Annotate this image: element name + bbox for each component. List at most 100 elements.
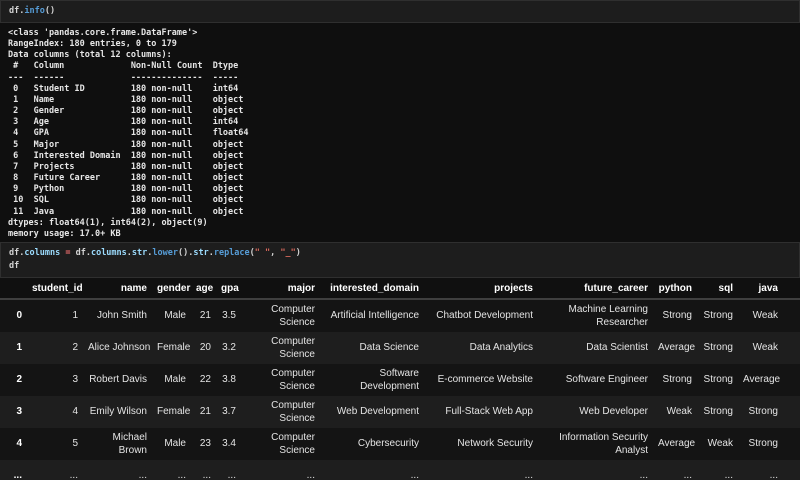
- table-cell: 3.7: [222, 406, 236, 418]
- table-cell: Strong: [703, 374, 733, 386]
- column-header-interested_domain: interested_domain: [325, 277, 427, 300]
- table-cell: Strong: [662, 310, 692, 322]
- table-cell: Alice Johnson: [88, 342, 151, 354]
- code-cell-2[interactable]: df.columns = df.columns.str.lower().str.…: [0, 241, 800, 278]
- table-cell: Michael Brown: [112, 431, 147, 456]
- row-index: ...: [13, 470, 22, 480]
- code-token-function: info: [24, 6, 45, 16]
- table-cell: 21: [199, 406, 211, 418]
- info-output: <class 'pandas.core.frame.DataFrame'> Ra…: [8, 28, 249, 239]
- table-cell: Strong: [748, 406, 778, 418]
- column-header-java: java: [743, 277, 800, 300]
- dataframe-table: student_id name gender age gpa major intereste…: [0, 277, 800, 480]
- table-cell: Data Analytics: [469, 342, 533, 354]
- table-cell: Machine Learning Researcher: [568, 303, 649, 328]
- table-cell: Chatbot Development: [436, 310, 533, 322]
- code-line: df.columns = df.columns.str.lower().str.…: [9, 247, 791, 260]
- code-token-function: lower: [152, 247, 178, 258]
- column-header-gender: gender: [157, 277, 196, 300]
- column-header-age: age: [196, 277, 221, 300]
- table-cell: 3.4: [222, 438, 236, 450]
- table-cell: ...: [177, 470, 186, 480]
- code-token-property: str: [193, 247, 209, 258]
- code-editor-2[interactable]: df.columns = df.columns.str.lower().str.…: [9, 247, 791, 273]
- table-cell: Strong: [748, 438, 778, 450]
- table-cell: Strong: [662, 374, 692, 386]
- table-cell: Artificial Intelligence: [330, 310, 419, 322]
- table-cell: Robert Davis: [89, 374, 147, 386]
- table-cell: Full-Stack Web App: [445, 406, 533, 418]
- table-cell: Strong: [703, 310, 733, 322]
- table-cell: Female: [157, 406, 191, 418]
- table-cell: Weak: [666, 406, 692, 418]
- table-cell: Computer Science: [271, 367, 315, 392]
- row-index: 1: [16, 342, 22, 354]
- table-cell: Software Development: [360, 367, 419, 392]
- table-cell: ...: [724, 470, 733, 480]
- table-cell: ...: [769, 470, 778, 480]
- table-cell: 20: [199, 342, 211, 354]
- header-row: student_id name gender age gpa major intereste…: [0, 277, 800, 300]
- row-index: 3: [16, 406, 22, 418]
- dataframe-body: 0 1 John Smith Male 21 3.5 Computer Science Arti…: [0, 298, 800, 480]
- row-index: 2: [16, 374, 22, 386]
- code-token-property: columns: [24, 247, 61, 258]
- table-cell: 21: [199, 310, 211, 322]
- table-cell: Data Science: [359, 342, 419, 354]
- table-cell: Computer Science: [271, 399, 315, 424]
- code-token-plain: ): [295, 247, 301, 258]
- code-token-property: str: [131, 247, 148, 258]
- table-cell: 4: [72, 406, 78, 418]
- code-token-property: columns: [90, 247, 127, 258]
- column-header-projects: projects: [427, 277, 543, 300]
- code-cell-1[interactable]: df.info(): [0, 0, 800, 23]
- table-cell: ...: [69, 470, 78, 480]
- code-token-string: "_": [280, 247, 296, 258]
- table-cell: 22: [199, 374, 211, 386]
- column-header-major: major: [246, 277, 325, 300]
- table-cell: Male: [164, 310, 186, 322]
- table-row: 0 1 John Smith Male 21 3.5 Computer Science Arti…: [0, 298, 800, 332]
- column-header-python: python: [658, 277, 702, 300]
- table-cell: Average: [658, 342, 696, 354]
- dataframe-header: student_id name gender age gpa major intereste…: [0, 277, 800, 300]
- table-cell: 3.2: [222, 342, 236, 354]
- table-cell: 3.8: [222, 374, 236, 386]
- table-cell: Average: [658, 438, 696, 450]
- table-cell: E-commerce Website: [437, 374, 533, 386]
- table-cell: Female: [157, 342, 191, 354]
- code-token-plain: df: [9, 247, 20, 258]
- table-cell: 1: [72, 310, 78, 322]
- table-cell: Male: [164, 374, 186, 386]
- table-cell: Strong: [703, 342, 733, 354]
- table-cell: Data Scientist: [586, 342, 648, 354]
- table-row: 2 3 Robert Davis Male 22 3.8 Computer Science So…: [0, 363, 800, 396]
- table-cell: ...: [410, 470, 419, 480]
- table-cell: Web Development: [336, 406, 419, 418]
- row-index: 0: [16, 310, 22, 322]
- table-cell: Male: [164, 438, 186, 450]
- notebook-page: { "colors": { "page_background": "#0f0f0…: [0, 0, 800, 480]
- table-cell: Computer Science: [271, 335, 315, 360]
- table-cell: ...: [138, 470, 147, 480]
- column-header-sql: sql: [702, 277, 743, 300]
- code-editor-1[interactable]: df.info(): [9, 5, 791, 18]
- table-cell: Strong: [703, 406, 733, 418]
- index-column-header: [0, 277, 32, 300]
- table-cell: Average: [743, 374, 781, 386]
- table-cell: John Smith: [96, 310, 147, 322]
- table-cell: Network Security: [457, 438, 533, 450]
- code-token-plain: (): [44, 6, 56, 16]
- table-cell: ...: [683, 470, 692, 480]
- row-index: 4: [16, 438, 22, 450]
- table-cell: Weak: [752, 310, 778, 322]
- code-token-plain: ().: [177, 247, 194, 258]
- column-header-student_id: student_id: [32, 277, 88, 300]
- table-cell: ...: [202, 470, 211, 480]
- table-cell: 23: [199, 438, 211, 450]
- dataframe-output: student_id name gender age gpa major intereste…: [0, 277, 800, 480]
- table-cell: ...: [524, 470, 533, 480]
- table-cell: ...: [306, 470, 315, 480]
- table-cell: Emily Wilson: [89, 406, 147, 418]
- table-row: 3 4 Emily Wilson Female 21 3.7 Computer Science…: [0, 395, 800, 428]
